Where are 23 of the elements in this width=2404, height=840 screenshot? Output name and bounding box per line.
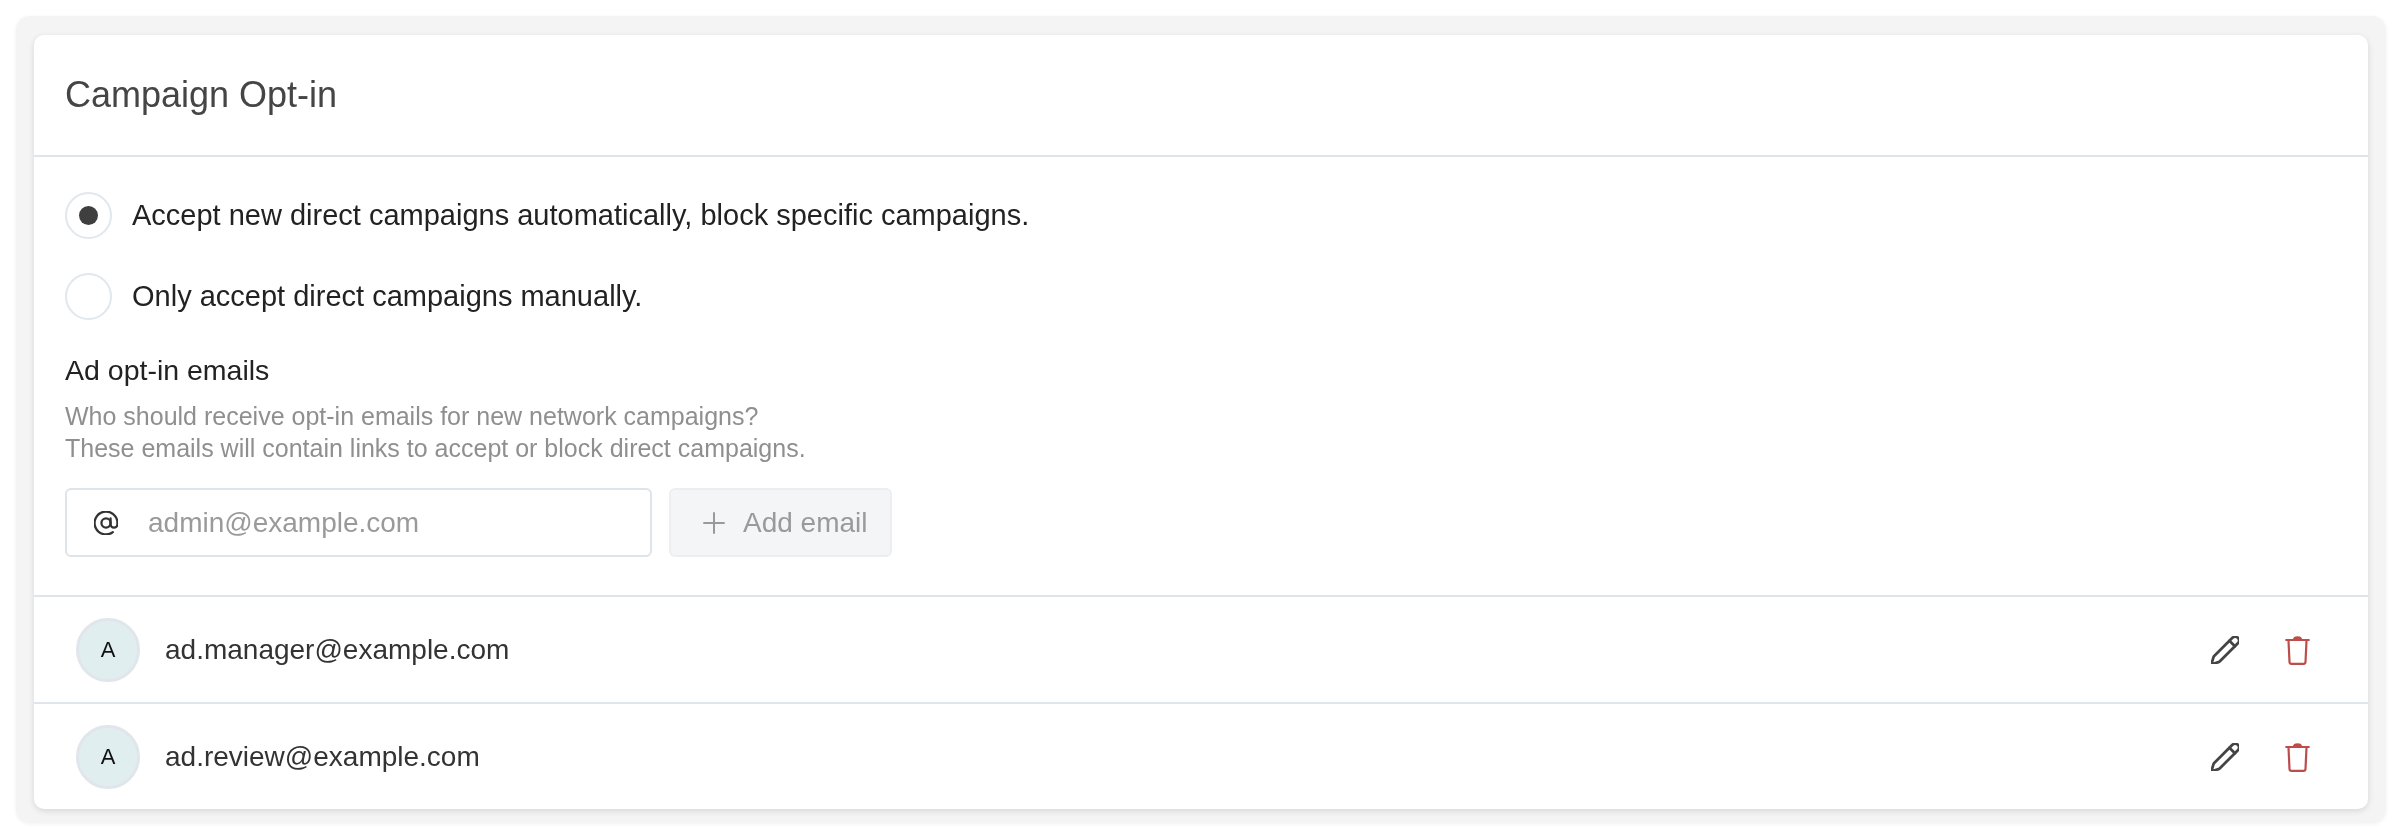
help-text: Who should receive opt-in emails for new network campaigns? <box>65 401 759 432</box>
avatar: A <box>76 724 140 789</box>
at-sign-icon <box>94 510 118 535</box>
plus-icon <box>703 511 725 534</box>
pencil-icon <box>2211 635 2239 664</box>
radio-label[interactable]: Only accept direct campaigns manually. <box>132 280 643 313</box>
edit-button[interactable] <box>2211 635 2239 664</box>
help-text: These emails will contain links to accept or block direct campaigns. <box>65 433 806 464</box>
pencil-icon <box>2211 742 2239 771</box>
card-title: Campaign Opt-in <box>65 74 338 116</box>
radio-label[interactable]: Accept new direct campaigns automatically, block specific campaigns. <box>132 199 1030 232</box>
delete-button[interactable] <box>2285 634 2310 665</box>
section-heading: Ad opt-in emails <box>65 354 270 386</box>
recipient-email: ad.review@example.com <box>165 740 480 773</box>
trash-icon <box>2285 741 2310 772</box>
radio-button[interactable] <box>65 192 112 239</box>
recipient-email: ad.manager@example.com <box>165 633 510 666</box>
edit-button[interactable] <box>2211 742 2239 771</box>
email-input[interactable]: admin@example.com <box>65 488 652 557</box>
trash-icon <box>2285 634 2310 665</box>
radio-button[interactable] <box>65 273 112 320</box>
avatar: A <box>76 617 140 682</box>
delete-button[interactable] <box>2285 741 2310 772</box>
